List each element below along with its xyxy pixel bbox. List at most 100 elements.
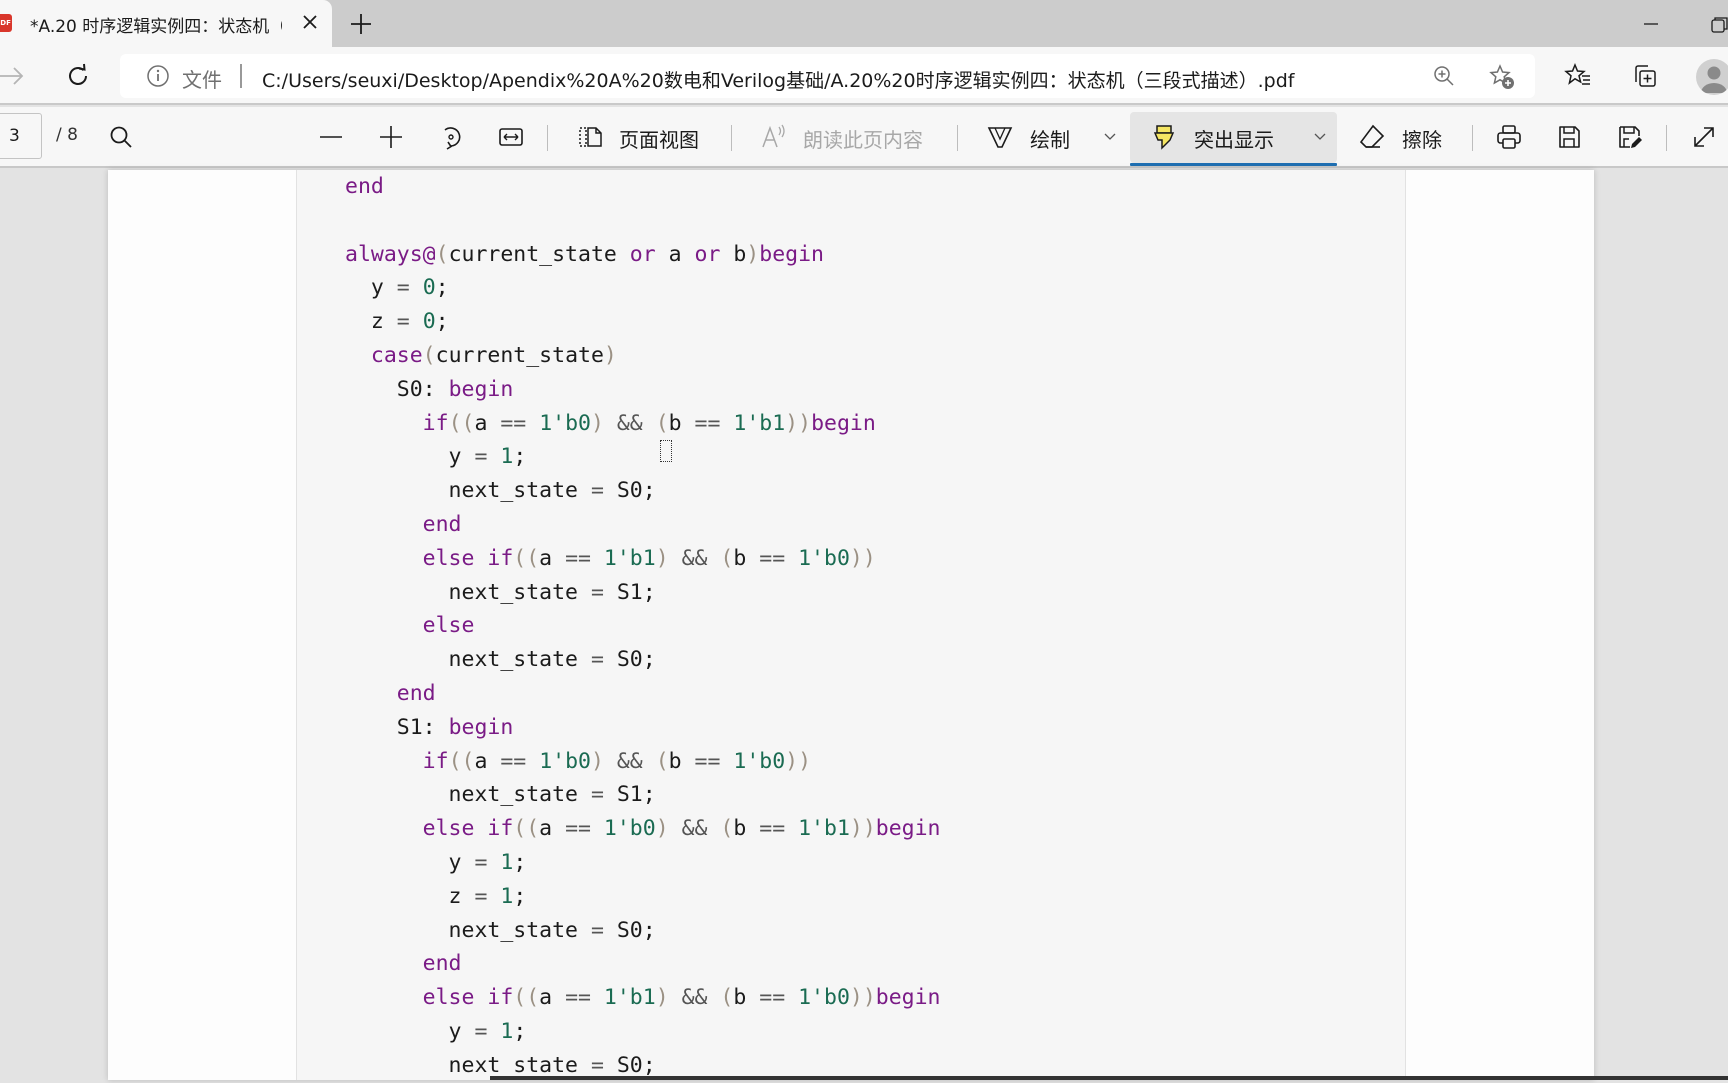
code-line: end: [345, 508, 941, 542]
code-token: ((: [448, 748, 475, 774]
url-text[interactable]: C:/Users/seuxi/Desktop/Apendix%20A%20数电和…: [262, 66, 1294, 93]
code-token: =: [590, 478, 604, 504]
fit-width-button[interactable]: [497, 123, 525, 151]
chevron-down-icon: [1104, 133, 1116, 140]
erase-button[interactable]: 擦除: [1402, 124, 1442, 153]
protocol-label: 文件: [182, 68, 222, 92]
address-divider: [240, 64, 242, 88]
reload-button[interactable]: [64, 62, 92, 90]
minimize-window-button[interactable]: [1638, 12, 1664, 36]
favorites-button[interactable]: [1564, 62, 1592, 90]
restore-window-button[interactable]: [1706, 12, 1728, 36]
zoom-in-button[interactable]: [377, 123, 405, 151]
save-button[interactable]: [1555, 123, 1583, 151]
toolbar-divider: [957, 125, 958, 151]
avatar-icon: [1701, 66, 1727, 93]
rotate-button[interactable]: [437, 123, 465, 151]
page-number-input[interactable]: 3: [0, 113, 42, 159]
code-token: current_state: [435, 342, 604, 368]
code-token: S0;: [603, 917, 656, 943]
print-button[interactable]: [1495, 123, 1523, 151]
forward-button[interactable]: [0, 62, 26, 90]
code-token: =: [474, 883, 488, 909]
pdf-toolbar: 3 / 8 页面视图 朗读此页内容 绘制 突出显示 擦除: [0, 107, 1728, 168]
code-token: ==: [694, 748, 721, 774]
page-view-button[interactable]: 页面视图: [619, 124, 699, 153]
favorites-icon: [1564, 63, 1590, 85]
code-token: b: [733, 545, 760, 571]
new-tab-button[interactable]: [346, 9, 376, 39]
code-token: ;: [513, 849, 527, 875]
browser-tab-active[interactable]: PDF *A.20 时序逻辑实例四：状态机（: [0, 0, 332, 47]
fit-width-icon: [499, 128, 523, 146]
zoom-icon[interactable]: [1432, 64, 1456, 88]
info-icon[interactable]: [146, 64, 170, 88]
star-add-icon: [1489, 64, 1514, 89]
code-token: ==: [759, 816, 786, 842]
code-token: else if: [422, 816, 514, 842]
code-token: ): [655, 545, 669, 571]
code-token: ==: [759, 545, 786, 571]
code-token: ;: [513, 883, 527, 909]
code-line: case(current_state): [345, 339, 941, 373]
profile-avatar[interactable]: [1696, 59, 1728, 95]
code-token: begin: [875, 985, 941, 1011]
code-token: 1: [500, 1018, 514, 1044]
plus-icon: [380, 126, 402, 148]
code-token: (: [655, 410, 669, 436]
add-favorite-button[interactable]: [1488, 63, 1516, 91]
code-line: next_state = S1;: [345, 576, 941, 610]
code-token: b: [668, 748, 695, 774]
code-token: 1'b1: [603, 545, 656, 571]
code-line: y = 1;: [345, 1015, 941, 1049]
code-token: y: [345, 1018, 475, 1044]
code-line: next_state = S0;: [345, 474, 941, 508]
code-token: (: [435, 241, 449, 267]
zoom-out-button[interactable]: [317, 123, 345, 151]
address-bar[interactable]: 文件 C:/Users/seuxi/Desktop/Apendix%20A%20…: [120, 54, 1535, 98]
code-line: else if((a == 1'b1) && (b == 1'b0))begin: [345, 981, 941, 1015]
read-aloud-button[interactable]: 朗读此页内容: [803, 124, 923, 153]
collections-button[interactable]: [1630, 62, 1658, 90]
code-token: =: [590, 647, 604, 673]
code-token: if: [422, 748, 449, 774]
reload-icon: [69, 63, 87, 85]
code-token: S0;: [603, 647, 656, 673]
page-view-icon[interactable]: [576, 123, 604, 151]
draw-button[interactable]: 绘制: [1030, 124, 1070, 153]
arrow-right-icon: [0, 67, 24, 85]
code-token: begin: [448, 714, 514, 740]
save-as-button[interactable]: [1615, 123, 1643, 151]
draw-options-dropdown[interactable]: [1096, 123, 1124, 151]
code-token: (: [422, 342, 436, 368]
code-token: )): [849, 816, 876, 842]
code-token: 1'b0: [798, 545, 850, 571]
code-token: else: [422, 613, 475, 639]
code-token: z: [345, 309, 397, 335]
code-line: y = 1;: [345, 440, 941, 474]
tab-close-button[interactable]: [298, 10, 322, 34]
highlight-button[interactable]: 突出显示: [1130, 112, 1337, 166]
fullscreen-button[interactable]: [1690, 123, 1718, 151]
code-token: a: [474, 410, 501, 436]
code-token: a: [655, 241, 695, 267]
code-token: a: [474, 748, 501, 774]
find-button[interactable]: [107, 123, 135, 151]
save-icon: [1559, 126, 1580, 148]
highlight-options-dropdown[interactable]: [1306, 123, 1334, 151]
pdf-viewer[interactable]: end always@(current_state or a or b)begi…: [0, 170, 1728, 1080]
code-token: begin: [811, 410, 876, 436]
code-token: &&: [668, 545, 721, 571]
horizontal-scrollbar[interactable]: [490, 1076, 1728, 1080]
code-token: end: [422, 511, 462, 537]
code-token: &&: [668, 985, 721, 1011]
chevron-down-icon: [1314, 133, 1326, 140]
